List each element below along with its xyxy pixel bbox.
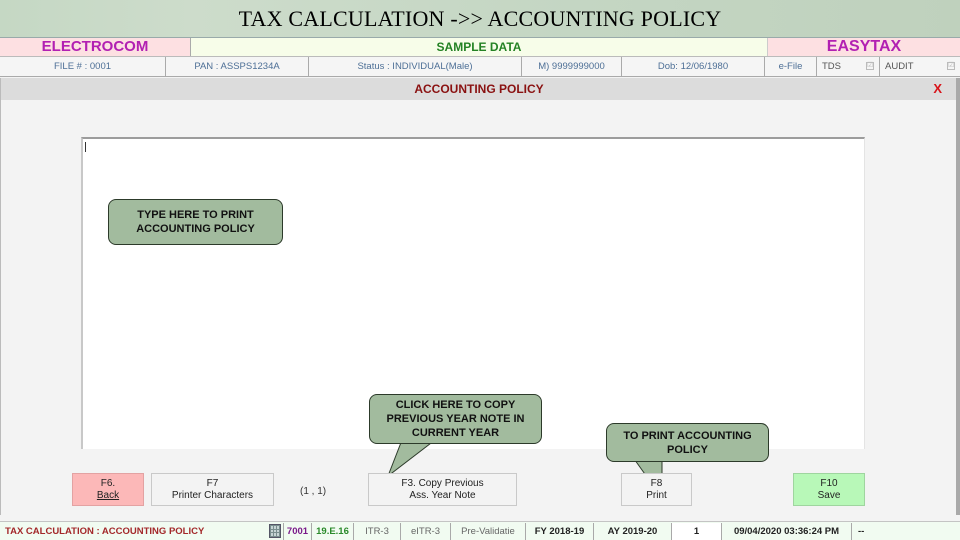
status-prevalidate[interactable]: Pre-Validatie [451,522,526,540]
status-code: 7001 [284,522,312,540]
callout-print: TO PRINT ACCOUNTING POLICY [606,423,769,462]
audit-checkbox[interactable]: AUDIT ☑ [880,57,960,76]
status-extra: -- [858,525,865,537]
efile-link[interactable]: e-File [765,57,817,76]
panel-title: ACCOUNTING POLICY [414,82,544,96]
checkbox-icon: ☑ [947,62,955,70]
cursor-position: (1 , 1) [300,486,327,497]
close-button[interactable]: X [933,78,942,100]
panel-header: ACCOUNTING POLICY X [0,78,956,100]
status-page: 1 [672,522,722,540]
status-module: TAX CALCULATION : ACCOUNTING POLICY [5,525,205,537]
back-button[interactable]: F6. Back [72,473,144,506]
printer-characters-key: F7 [206,477,219,489]
print-button[interactable]: F8 Print [621,473,692,506]
copy-previous-year-button[interactable]: F3. Copy Previous Ass. Year Note [368,473,517,506]
tds-checkbox[interactable]: TDS ☑ [817,57,880,76]
date-of-birth: Dob: 12/06/1980 [622,57,765,76]
calculator-button[interactable] [266,522,284,540]
mobile-number: M) 9999999000 [522,57,622,76]
assessee-info-bar: FILE # : 0001 PAN : ASSPS1234A Status : … [0,57,960,77]
pan-number: PAN : ASSPS1234A [166,57,309,76]
printer-characters-button[interactable]: F7 Printer Characters [151,473,274,506]
company-name: ELECTROCOM [0,38,191,56]
save-key: F10 [820,477,838,489]
back-key: F6. [100,477,116,489]
status-itr: ITR-3 [354,522,401,540]
save-label: Save [817,489,841,501]
callout-copy-previous: CLICK HERE TO COPY PREVIOUS YEAR NOTE IN… [369,394,542,444]
audit-label: AUDIT [885,61,914,72]
window-edge [956,78,960,515]
status-bar: TAX CALCULATION : ACCOUNTING POLICY 7001… [0,521,960,540]
file-number: FILE # : 0001 [0,57,166,76]
slide-title: TAX CALCULATION ->> ACCOUNTING POLICY [0,0,960,37]
data-set-label: SAMPLE DATA [191,38,768,56]
text-caret [85,142,86,152]
status-datetime: 09/04/2020 03:36:24 PM [722,522,852,540]
copy-previous-key: F3. Copy Previous [401,477,484,489]
brand-row: ELECTROCOM SAMPLE DATA EASYTAX [0,37,960,57]
assessee-status: Status : INDIVIDUAL(Male) [309,57,522,76]
callout-type-here: TYPE HERE TO PRINT ACCOUNTING POLICY [108,199,283,245]
status-version: 19.E.16 [312,522,354,540]
status-financial-year: FY 2018-19 [526,522,594,540]
save-button[interactable]: F10 Save [793,473,865,506]
print-key: F8 [650,477,663,489]
copy-previous-label: Ass. Year Note [409,489,476,501]
checkbox-icon: ☑ [866,62,874,70]
tds-label: TDS [822,61,841,72]
calculator-icon [268,524,281,538]
status-assessment-year: AY 2019-20 [594,522,672,540]
status-eitr: eITR-3 [401,522,451,540]
print-label: Print [646,489,667,501]
product-logo: EASYTAX [768,38,960,56]
back-label: Back [96,489,120,501]
printer-characters-label: Printer Characters [171,489,254,501]
